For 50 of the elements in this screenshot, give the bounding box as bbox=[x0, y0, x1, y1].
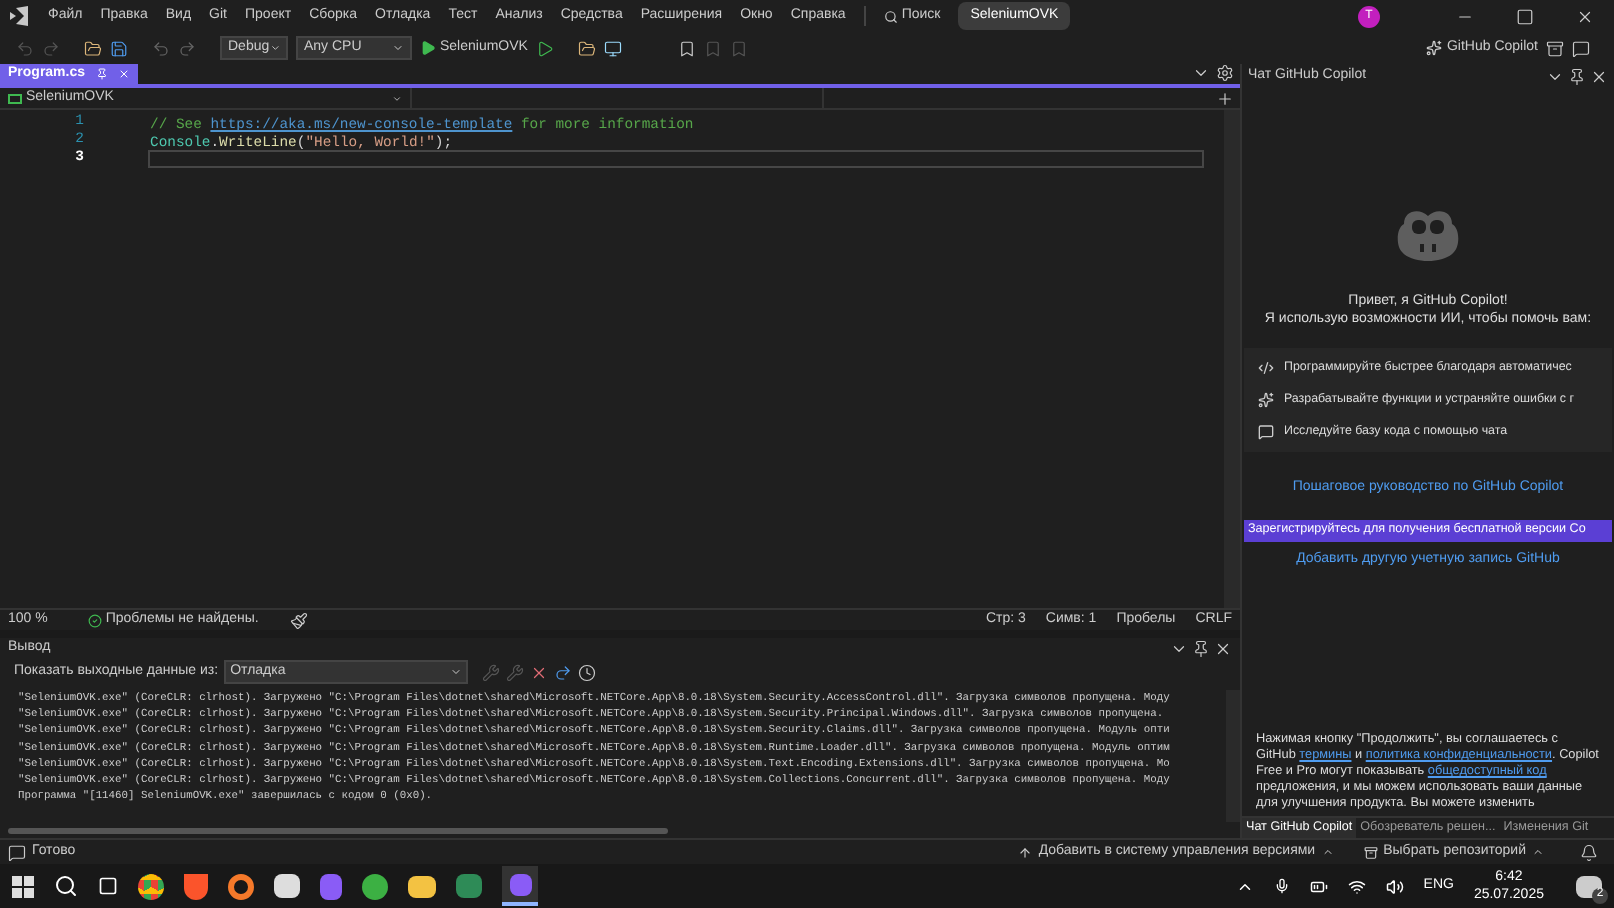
save-icon[interactable] bbox=[110, 39, 128, 57]
microphone-icon[interactable] bbox=[1273, 878, 1290, 894]
volume-icon[interactable] bbox=[1385, 877, 1404, 895]
caret-icon bbox=[392, 42, 404, 54]
wifi-icon[interactable] bbox=[1347, 877, 1366, 895]
brush-icon[interactable] bbox=[290, 611, 309, 629]
split-icon[interactable] bbox=[1216, 89, 1234, 107]
copilot-icon bbox=[1426, 40, 1443, 56]
notification-icon[interactable] bbox=[1580, 843, 1598, 861]
repository-icon bbox=[1363, 845, 1378, 859]
dropdown-icon[interactable] bbox=[1192, 64, 1210, 82]
copilot-logo-icon bbox=[1392, 206, 1464, 266]
app-icon[interactable] bbox=[362, 873, 388, 899]
play-icon bbox=[420, 40, 436, 56]
clear-icon[interactable] bbox=[530, 663, 549, 681]
search-icon[interactable] bbox=[54, 874, 78, 898]
pin-icon[interactable] bbox=[1568, 67, 1586, 85]
feature-icon bbox=[1258, 360, 1274, 376]
close-icon[interactable] bbox=[1214, 640, 1232, 658]
check-icon bbox=[87, 613, 102, 627]
caret-icon bbox=[269, 42, 280, 54]
start-icon[interactable] bbox=[12, 875, 34, 897]
app-logo-icon bbox=[8, 6, 30, 26]
search-icon bbox=[883, 9, 898, 23]
settings-icon[interactable] bbox=[1216, 64, 1234, 82]
undo-icon[interactable] bbox=[152, 39, 170, 57]
close-icon[interactable] bbox=[1576, 7, 1594, 25]
maximize-icon[interactable] bbox=[1516, 7, 1534, 25]
pin-icon[interactable] bbox=[95, 68, 108, 80]
app-icon[interactable] bbox=[456, 874, 482, 898]
status-icon[interactable] bbox=[8, 843, 26, 861]
pin-icon[interactable] bbox=[1192, 640, 1210, 658]
window-icon[interactable] bbox=[603, 39, 622, 57]
redo-icon[interactable] bbox=[178, 39, 196, 57]
caret-icon bbox=[392, 93, 402, 103]
arrow-up-icon bbox=[1018, 845, 1033, 859]
feedback-icon[interactable] bbox=[1572, 39, 1590, 57]
caret-icon bbox=[450, 666, 463, 678]
close-icon[interactable] bbox=[1590, 67, 1608, 85]
battery-icon[interactable] bbox=[1309, 877, 1328, 895]
dropdown-icon[interactable] bbox=[1170, 640, 1188, 658]
caret-icon bbox=[1321, 846, 1334, 858]
feature-icon bbox=[1258, 392, 1274, 408]
project-icon bbox=[8, 93, 22, 103]
app-icon[interactable] bbox=[320, 873, 342, 899]
caret-icon bbox=[1532, 846, 1544, 858]
run-without-debugging-icon[interactable] bbox=[535, 39, 554, 57]
feature-icon bbox=[1258, 424, 1274, 440]
task-view-icon[interactable] bbox=[98, 876, 118, 896]
clock-icon[interactable] bbox=[578, 663, 597, 681]
